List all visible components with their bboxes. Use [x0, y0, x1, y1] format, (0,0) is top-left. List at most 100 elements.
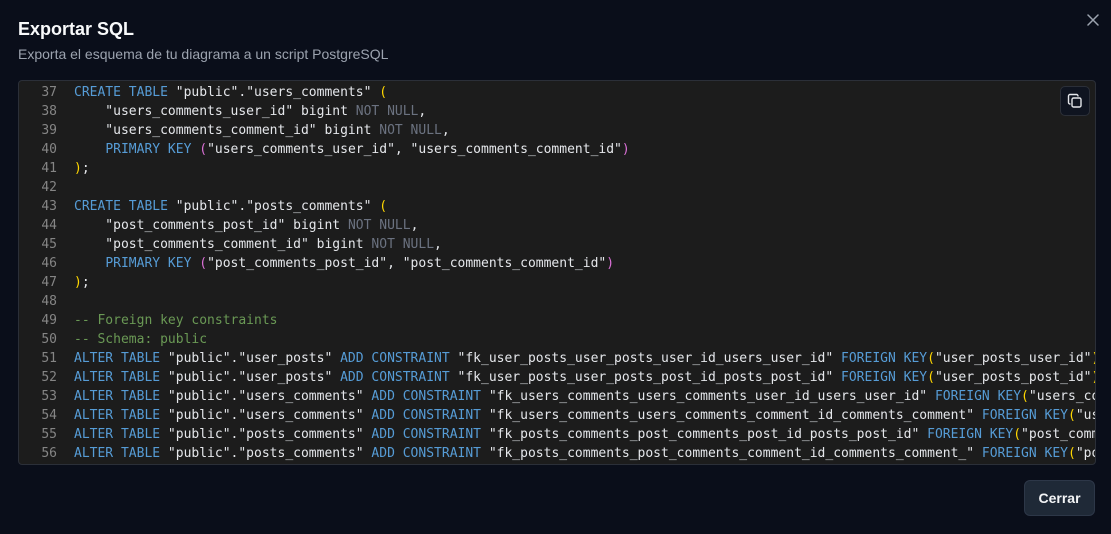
code-token: "post_comments_comment_id" bigint — [74, 237, 372, 252]
sql-code-viewer[interactable]: 37 CREATE TABLE "public"."users_comments"… — [18, 80, 1096, 465]
code-token: "user_posts_user_id" — [934, 351, 1092, 366]
code-token: ALTER TABLE — [74, 446, 161, 461]
copy-button[interactable] — [1060, 86, 1090, 116]
code-token: "post_comments_post_id", "post_comments_… — [207, 256, 607, 271]
code-token: ; — [81, 275, 90, 290]
line-text: PRIMARY KEY ("users_comments_user_id", "… — [74, 140, 630, 159]
code-token: "fk_users_comments_users_comments_commen… — [481, 408, 982, 423]
code-token: FOREIGN KEY — [841, 370, 928, 385]
code-token: PRIMARY KEY — [105, 142, 192, 157]
line-text: ALTER TABLE "public"."users_comments" AD… — [74, 387, 1095, 406]
code-token: NOT NULL — [371, 237, 435, 252]
code-token: ( — [927, 370, 935, 385]
code-line: 44 "post_comments_post_id" bigint NOT NU… — [19, 216, 1095, 235]
line-number: 39 — [41, 123, 57, 138]
close-icon[interactable] — [1083, 10, 1103, 30]
line-number: 38 — [41, 104, 57, 119]
code-token: "public"."posts_comments" — [167, 199, 380, 214]
code-token: ) — [606, 256, 615, 271]
code-token: , — [410, 218, 419, 233]
line-number: 50 — [41, 332, 57, 347]
code-line: 38 "users_comments_user_id" bigint NOT N… — [19, 102, 1095, 121]
code-token: FOREIGN KEY — [841, 351, 928, 366]
code-token: ALTER TABLE — [74, 351, 161, 366]
close-button[interactable]: Cerrar — [1024, 480, 1095, 516]
code-token: FOREIGN KEY — [981, 446, 1068, 461]
code-token: ALTER TABLE — [74, 370, 161, 385]
line-text: "post_comments_comment_id" bigint NOT NU… — [74, 235, 442, 254]
code-token: -- Schema: public — [74, 332, 208, 347]
line-text: ALTER TABLE "public"."user_posts" ADD CO… — [74, 368, 1095, 387]
code-token: , — [434, 237, 442, 252]
line-number: 55 — [41, 427, 57, 442]
code-token: "users_comments_comment_id" bigint — [74, 123, 380, 138]
code-token: CREATE TABLE — [74, 85, 168, 100]
code-line: 37 CREATE TABLE "public"."users_comments"… — [19, 83, 1095, 102]
code-token: ( — [199, 142, 208, 157]
code-token: "post_comments_post_id" bigint — [74, 218, 348, 233]
line-number: 54 — [41, 408, 57, 423]
code-token: "public"."user_posts" — [160, 370, 341, 385]
code-token: "public"."users_comments" — [160, 408, 372, 423]
line-text: ALTER TABLE "public"."posts_comments" AD… — [74, 444, 1095, 463]
code-token: ) — [74, 275, 82, 290]
code-line: 55 ALTER TABLE "public"."posts_comments" … — [19, 425, 1095, 444]
code-token: ( — [1013, 427, 1022, 442]
code-token: ADD CONSTRAINT — [340, 370, 450, 385]
code-token: NOT NULL — [379, 123, 442, 138]
code-token: ADD CONSTRAINT — [371, 408, 481, 423]
code-token: ( — [199, 256, 208, 271]
line-text: CREATE TABLE "public"."users_comments" ( — [74, 83, 387, 102]
code-token: ( — [1021, 389, 1029, 404]
close-icon-glyph — [1087, 14, 1099, 26]
line-text: ALTER TABLE "public"."users_comments" AD… — [74, 406, 1095, 425]
code-token: ADD CONSTRAINT — [371, 427, 481, 442]
line-number: 52 — [41, 370, 57, 385]
code-token: ( — [927, 351, 935, 366]
code-line: 42 — [19, 178, 1095, 197]
code-token: "public"."posts_comments" — [160, 427, 372, 442]
line-text: ALTER TABLE "public"."user_posts" ADD CO… — [74, 349, 1096, 368]
code-token: ADD CONSTRAINT — [371, 446, 481, 461]
code-line: 43 CREATE TABLE "public"."posts_comments"… — [19, 197, 1095, 216]
line-text: ALTER TABLE "public"."posts_comments" AD… — [74, 425, 1095, 444]
code-token: ) — [621, 142, 630, 157]
code-line: 54 ALTER TABLE "public"."users_comments" … — [19, 406, 1095, 425]
line-text: ); — [74, 159, 90, 178]
line-number: 53 — [41, 389, 57, 404]
line-text: ); — [74, 273, 90, 292]
line-number: 44 — [41, 218, 57, 233]
code-token: ( — [1068, 408, 1076, 423]
code-token: ( — [379, 85, 388, 100]
dialog-subtitle: Exporta el esquema de tu diagrama a un s… — [18, 46, 389, 62]
line-text: "post_comments_post_id" bigint NOT NULL, — [74, 216, 418, 235]
line-text: "users_comments_user_id" bigint NOT NULL… — [74, 102, 426, 121]
code-token: "fk_user_posts_user_posts_user_id_users_… — [449, 351, 842, 366]
code-token: FOREIGN KEY — [934, 389, 1022, 404]
line-number: 45 — [41, 237, 57, 252]
code-token: ) — [74, 161, 82, 176]
line-number: 43 — [41, 199, 57, 214]
code-token: ; — [81, 161, 90, 176]
code-token: ) — [1092, 351, 1096, 366]
code-line: 41); — [19, 159, 1095, 178]
code-token: NOT NULL — [355, 104, 419, 119]
line-number: 51 — [41, 351, 57, 366]
line-text: "users_comments_comment_id" bigint NOT N… — [74, 121, 449, 140]
code-token: "fk_user_posts_user_posts_post_id_posts_… — [449, 370, 842, 385]
code-token: ADD CONSTRAINT — [340, 351, 450, 366]
code-line: 56 ALTER TABLE "public"."posts_comments" … — [19, 444, 1095, 463]
code-token: "fk_users_comments_users_comments_user_i… — [481, 389, 935, 404]
code-line: 45 "post_comments_comment_id" bigint NOT… — [19, 235, 1095, 254]
code-token: "users_comments_user_id" bigint — [74, 104, 356, 119]
sql-code: 37 CREATE TABLE "public"."users_comments"… — [19, 83, 1095, 463]
line-number: 46 — [41, 256, 57, 271]
code-line: 48 — [19, 292, 1095, 311]
code-token: PRIMARY KEY — [105, 256, 192, 271]
line-number: 48 — [41, 294, 57, 309]
line-text: -- Foreign key constraints — [74, 311, 278, 330]
code-token: ALTER TABLE — [74, 389, 161, 404]
line-number: 47 — [41, 275, 57, 290]
